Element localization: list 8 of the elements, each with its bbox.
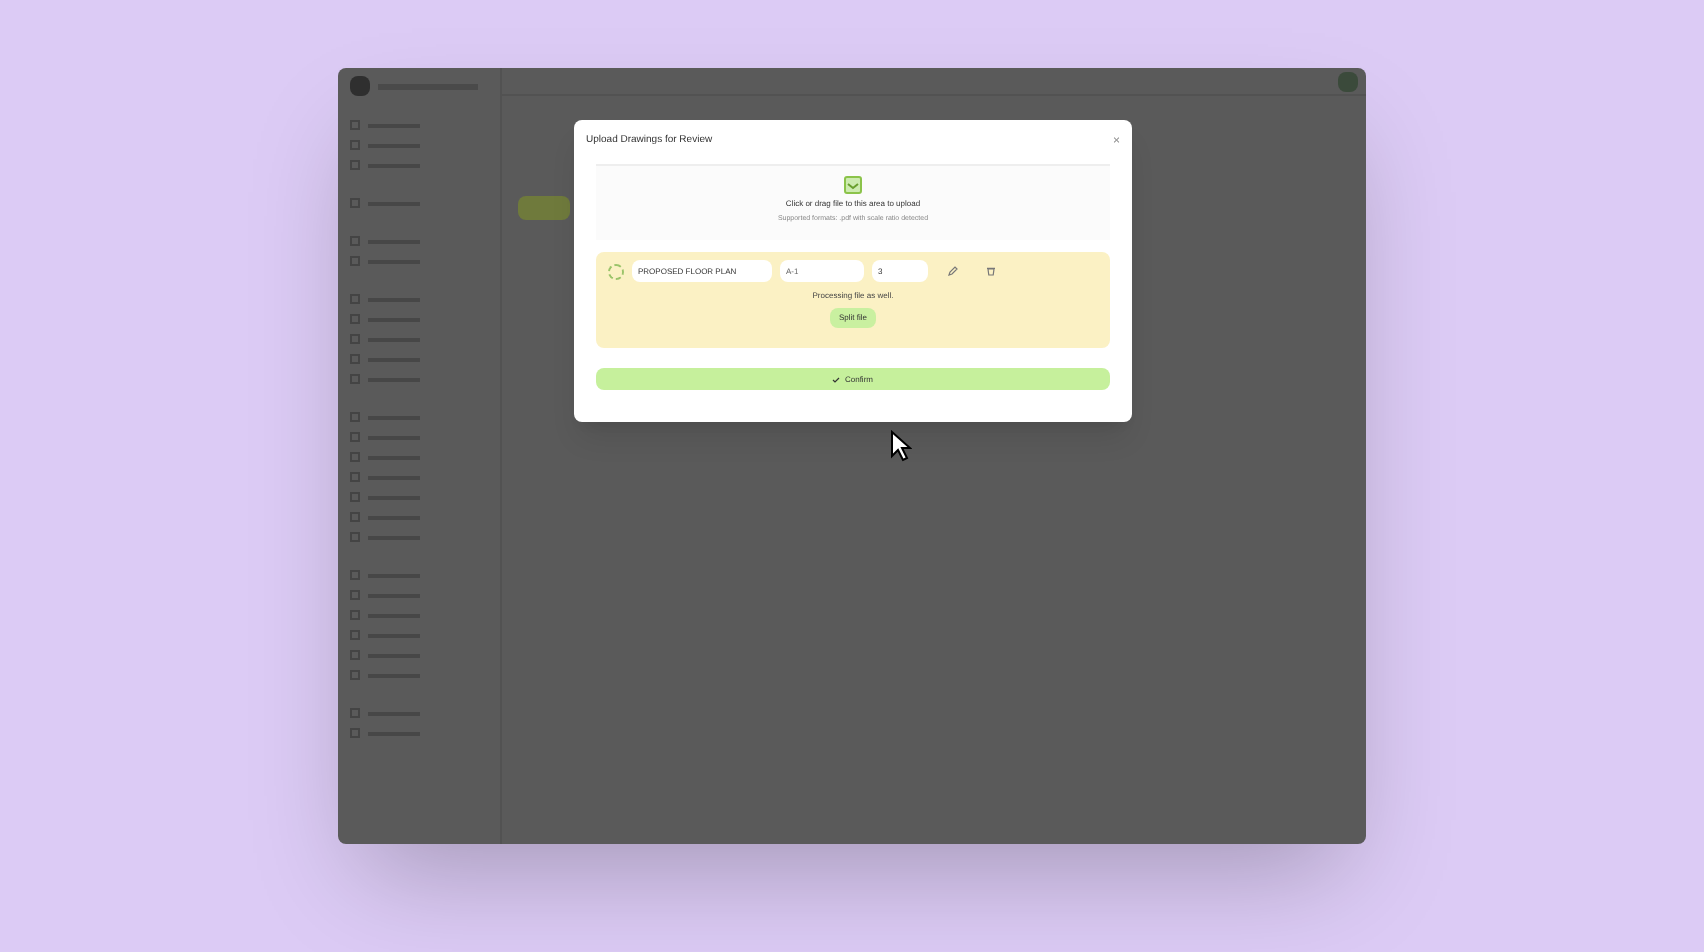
upload-icon	[844, 176, 862, 194]
trash-icon[interactable]	[986, 266, 996, 276]
cursor-icon	[890, 430, 912, 462]
upload-button[interactable]	[518, 196, 570, 220]
check-icon	[832, 375, 841, 383]
avatar-icon[interactable]	[1338, 71, 1358, 91]
edit-icon[interactable]	[948, 266, 958, 276]
logo-icon	[350, 76, 370, 96]
